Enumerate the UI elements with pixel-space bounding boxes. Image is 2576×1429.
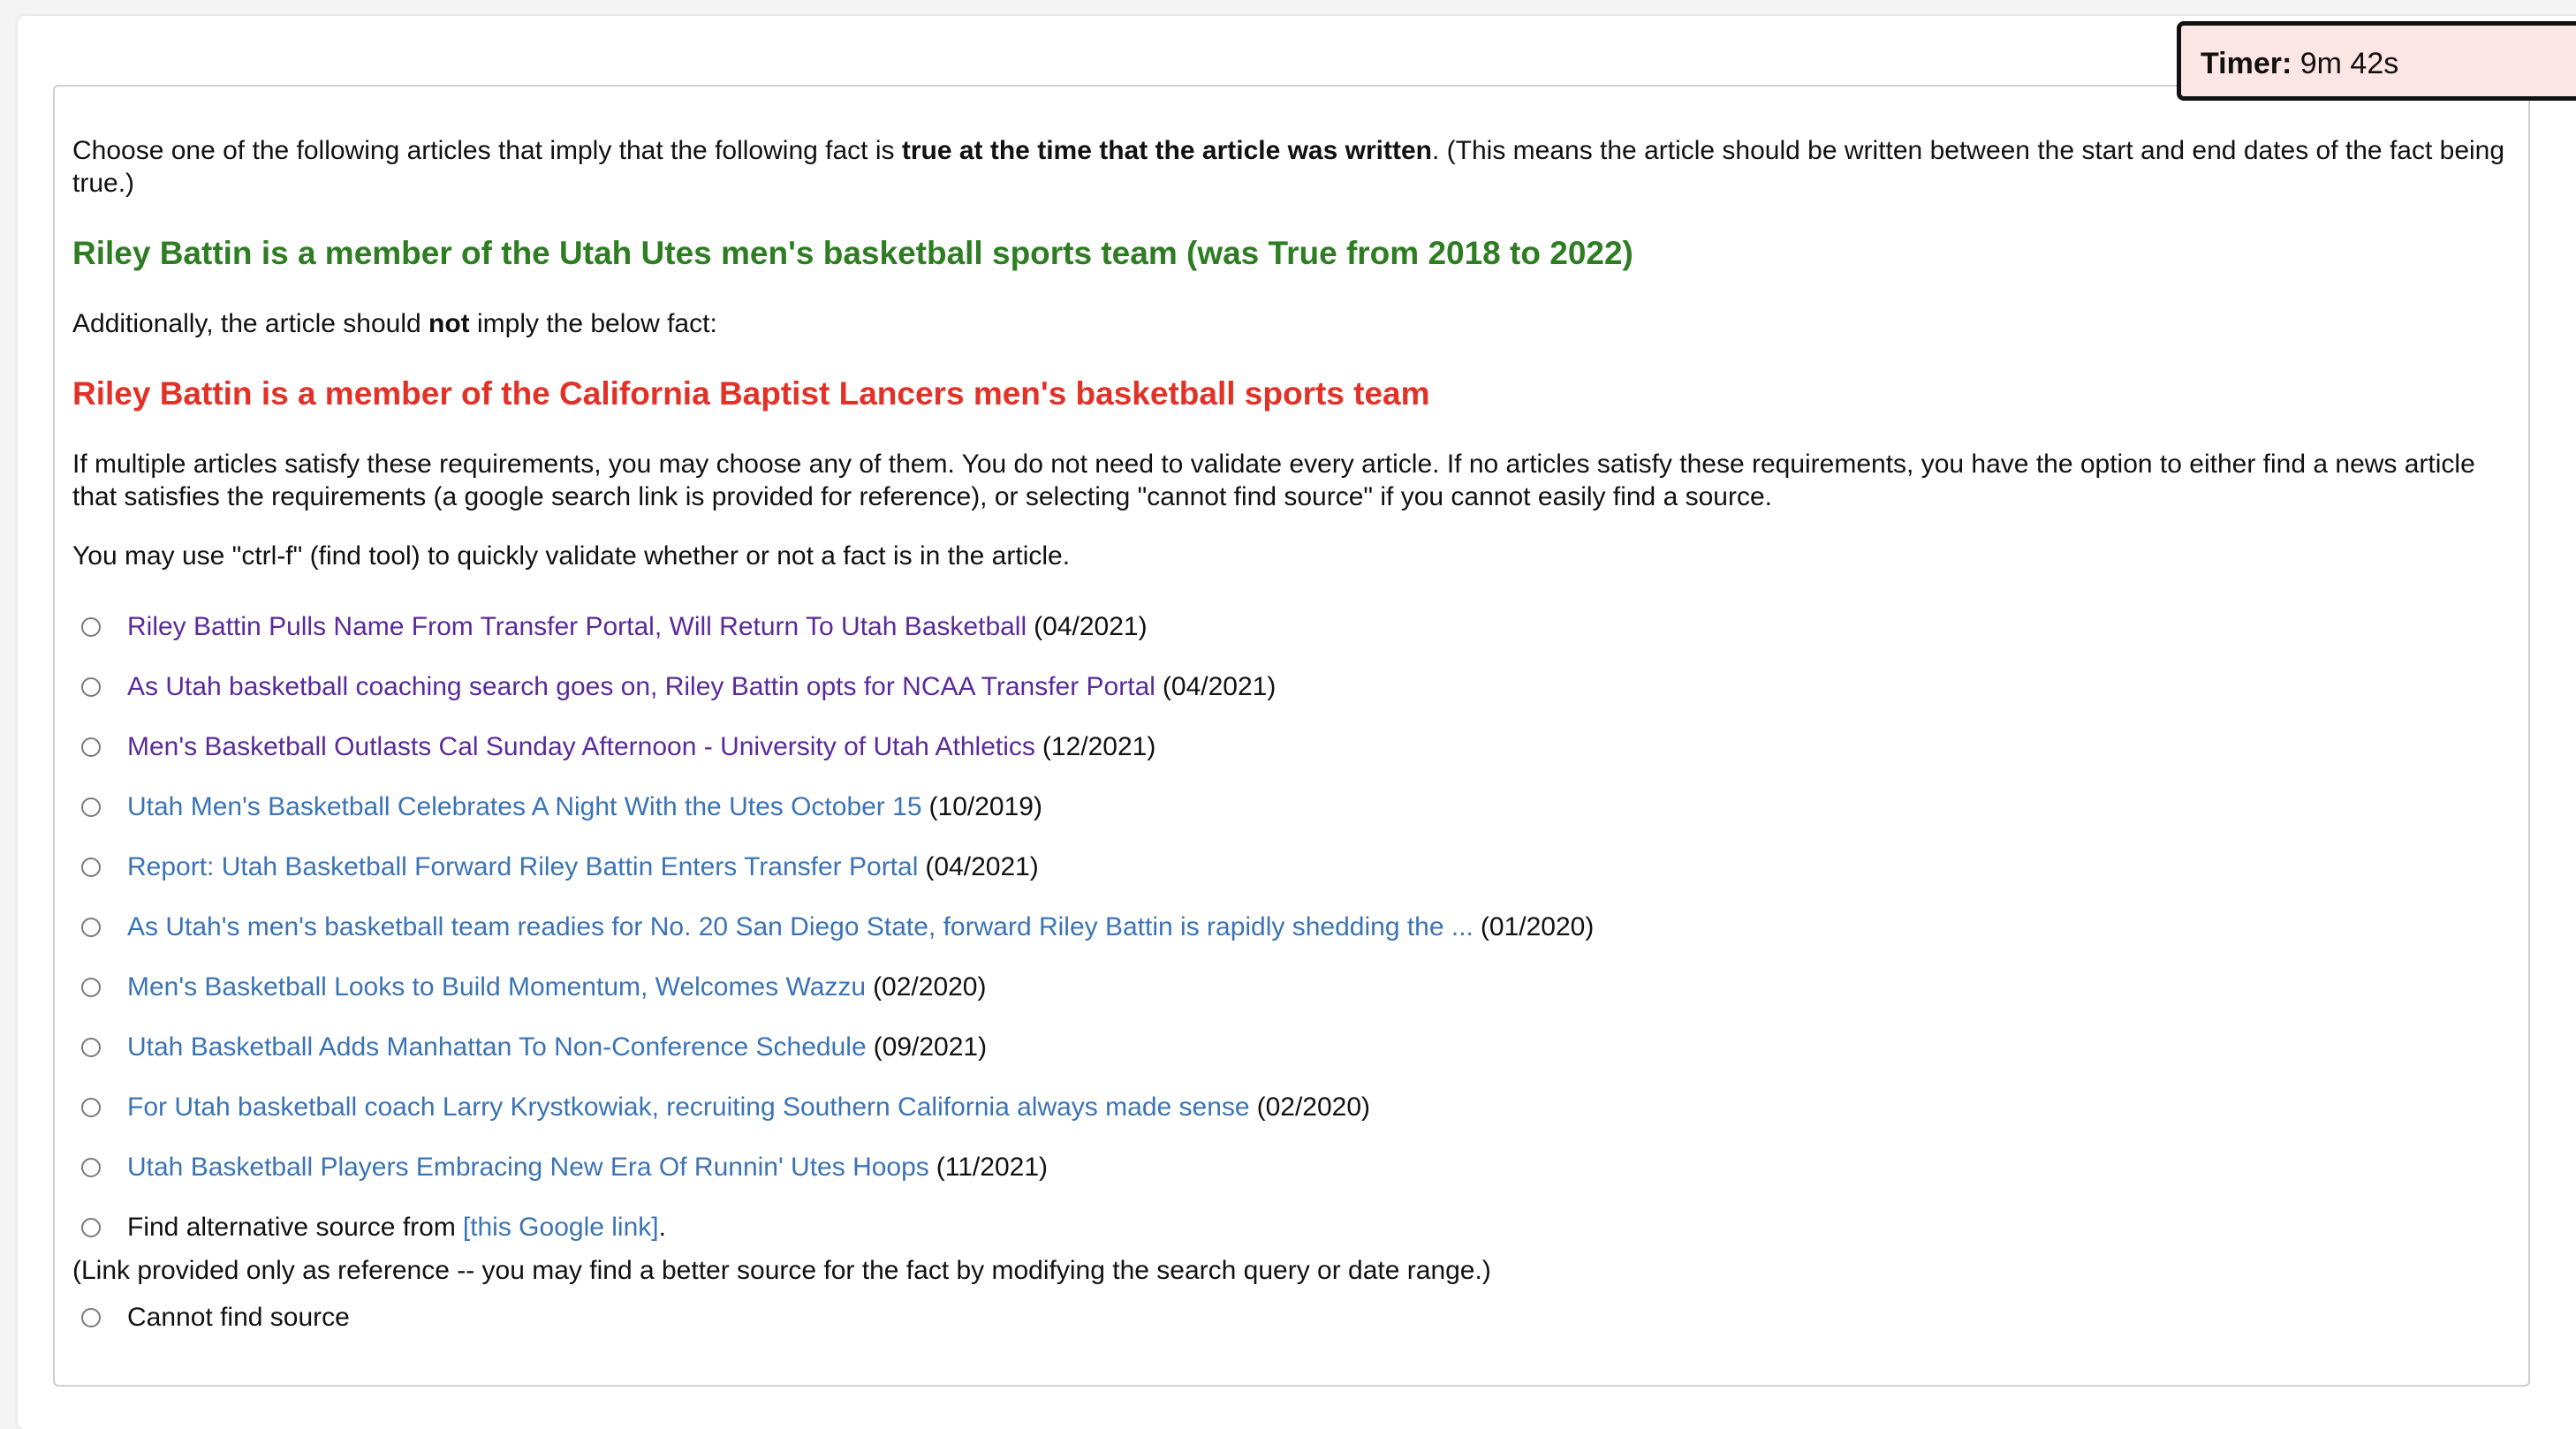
article-date: (04/2021)	[925, 852, 1039, 881]
negation-prefix: Additionally, the article should	[72, 309, 429, 338]
article-option[interactable]: Men's Basketball Outlasts Cal Sunday Aft…	[72, 717, 2511, 777]
timer-value: 9m 42s	[2299, 47, 2399, 80]
article-link[interactable]: Utah Men's Basketball Celebrates A Night…	[127, 792, 922, 822]
article-option[interactable]: Report: Utah Basketball Forward Riley Ba…	[72, 837, 2511, 897]
article-date: (12/2021)	[1042, 732, 1156, 761]
radio-button[interactable]	[81, 918, 101, 937]
instructions-intro: Choose one of the following articles tha…	[72, 134, 2511, 200]
article-link[interactable]: Report: Utah Basketball Forward Riley Ba…	[127, 852, 918, 882]
negation-instruction: Additionally, the article should not imp…	[72, 307, 2511, 340]
radio-button[interactable]	[81, 978, 101, 997]
radio-button[interactable]	[81, 617, 101, 637]
task-panel: Choose one of the following articles tha…	[53, 85, 2530, 1387]
negation-suffix: imply the below fact:	[469, 309, 717, 338]
article-option[interactable]: As Utah's men's basketball team readies …	[72, 897, 2511, 957]
article-link[interactable]: As Utah's men's basketball team readies …	[127, 912, 1474, 942]
article-link[interactable]: Utah Basketball Players Embracing New Er…	[127, 1153, 929, 1183]
article-option[interactable]: Men's Basketball Looks to Build Momentum…	[72, 957, 2511, 1017]
negation-bold: not	[428, 309, 470, 338]
article-option[interactable]: Utah Men's Basketball Celebrates A Night…	[72, 777, 2511, 837]
page-container: Choose one of the following articles tha…	[18, 16, 2576, 1429]
timer-box: Timer: 9m 42s	[2177, 21, 2576, 101]
article-date: (04/2021)	[1034, 612, 1148, 641]
alternative-source-suffix: .	[658, 1213, 666, 1242]
article-option[interactable]: As Utah basketball coaching search goes …	[72, 657, 2511, 717]
cannot-find-option[interactable]: Cannot find source	[72, 1296, 2511, 1340]
ctrl-f-tip: You may use "ctrl-f" (find tool) to quic…	[72, 541, 1071, 571]
article-date: (11/2021)	[936, 1153, 1048, 1182]
radio-button[interactable]	[81, 798, 101, 817]
multiple-articles-instruction: If multiple articles satisfy these requi…	[72, 450, 2475, 511]
article-date: (01/2020)	[1480, 912, 1595, 941]
intro-text: Choose one of the following articles tha…	[72, 136, 902, 165]
intro-bold: true at the time that the article was wr…	[901, 136, 1432, 165]
google-search-link[interactable]: [this Google link]	[463, 1213, 659, 1243]
article-date: (04/2021)	[1162, 672, 1277, 701]
article-link[interactable]: Men's Basketball Looks to Build Momentum…	[127, 972, 866, 1002]
radio-button[interactable]	[81, 1158, 101, 1177]
alternative-source-option[interactable]: Find alternative source from [this Googl…	[72, 1198, 2511, 1258]
article-link[interactable]: As Utah basketball coaching search goes …	[127, 672, 1155, 702]
article-option[interactable]: Utah Basketball Players Embracing New Er…	[72, 1138, 2511, 1198]
cannot-find-label: Cannot find source	[127, 1303, 350, 1332]
article-date: (02/2020)	[1256, 1093, 1371, 1122]
alternative-source-label: Find alternative source from	[127, 1213, 456, 1242]
article-option[interactable]: Riley Battin Pulls Name From Transfer Po…	[72, 597, 2511, 657]
false-fact-heading: Riley Battin is a member of the Californ…	[72, 375, 1430, 412]
radio-button[interactable]	[81, 858, 101, 877]
article-link[interactable]: Utah Basketball Adds Manhattan To Non-Co…	[127, 1032, 867, 1062]
article-link[interactable]: Riley Battin Pulls Name From Transfer Po…	[127, 612, 1027, 642]
true-fact-heading: Riley Battin is a member of the Utah Ute…	[72, 235, 1633, 271]
radio-button[interactable]	[81, 677, 101, 697]
radio-button[interactable]	[81, 1218, 101, 1237]
article-date: (09/2021)	[873, 1032, 988, 1062]
article-date: (10/2019)	[928, 792, 1042, 821]
radio-button[interactable]	[81, 1308, 101, 1327]
article-date: (02/2020)	[873, 972, 987, 1002]
alternative-source-note: (Link provided only as reference -- you …	[72, 1256, 1491, 1285]
task-content: Choose one of the following articles tha…	[72, 134, 2511, 1340]
radio-button[interactable]	[81, 737, 101, 757]
article-options: Riley Battin Pulls Name From Transfer Po…	[72, 597, 2511, 1340]
radio-button[interactable]	[81, 1098, 101, 1117]
timer-label: Timer:	[2201, 47, 2292, 80]
article-link[interactable]: For Utah basketball coach Larry Krystkow…	[127, 1093, 1250, 1123]
article-link[interactable]: Men's Basketball Outlasts Cal Sunday Aft…	[127, 732, 1035, 762]
article-option[interactable]: Utah Basketball Adds Manhattan To Non-Co…	[72, 1017, 2511, 1077]
article-option[interactable]: For Utah basketball coach Larry Krystkow…	[72, 1077, 2511, 1138]
radio-button[interactable]	[81, 1038, 101, 1057]
